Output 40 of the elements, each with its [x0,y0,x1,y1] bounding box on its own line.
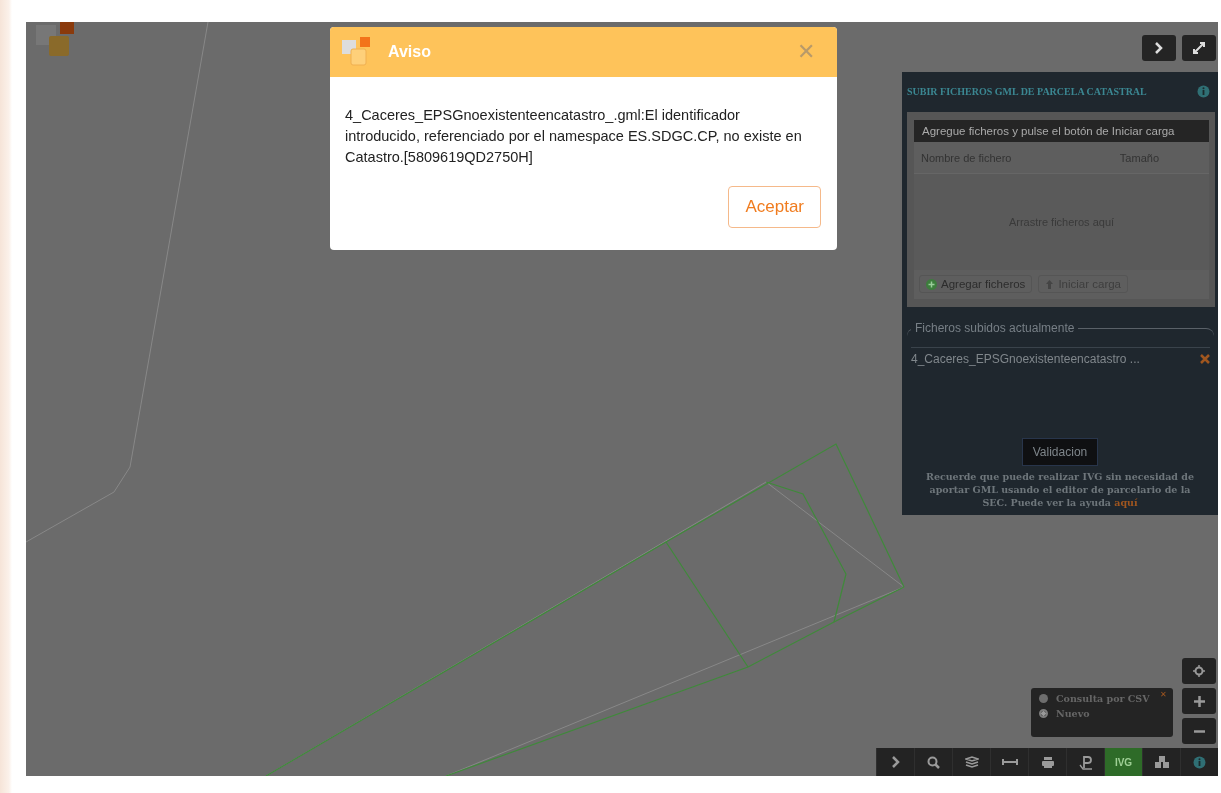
zoom-in-button[interactable] [1182,688,1216,714]
ruler-icon [1001,758,1018,766]
layers-icon [964,755,979,769]
parcel-marker-icon [1078,754,1093,770]
minus-icon [1193,729,1205,733]
zoom-out-button[interactable] [1182,718,1216,744]
help-link[interactable]: aquí [1114,497,1138,508]
file-name: 4_Caceres_EPSGnoexistenteencatastro ... [911,352,1140,366]
fullscreen-button[interactable] [1182,35,1216,61]
info-icon [1197,85,1210,98]
radio-option[interactable]: Nuevo [1039,708,1090,719]
locate-button[interactable] [1182,658,1216,684]
panel-title: SUBIR FICHEROS GML DE PARCELA CATASTRAL [907,86,1147,97]
plus-circle-icon [926,278,937,290]
chevron-right-icon [1155,42,1163,54]
help-note: Recuerde que puede realizar IVG sin necesidad de aportar GML usando el editor de parcelario de la SEC. Puede ver la ayuda aquí [925,470,1195,509]
close-button[interactable]: ✕ [789,39,823,65]
cubes-icon [1153,755,1170,769]
popup-close-button[interactable]: ✕ [1160,690,1167,699]
collapse-button[interactable] [1142,35,1176,61]
expand-icon [1192,41,1206,55]
upload-header: Agregue ficheros y pulse el botón de Iniciar carga [914,120,1209,142]
radio-icon[interactable] [1039,694,1048,703]
printer-icon [1040,755,1055,769]
arrow-up-icon [1045,278,1055,290]
validate-button[interactable]: Validacion [1021,438,1099,466]
search-icon [927,755,940,769]
dialog-title: Aviso [388,43,432,61]
toolbar-button[interactable]: IVG [1104,748,1142,776]
accept-button[interactable]: Aceptar [728,186,821,228]
radio-option[interactable]: Consulta por CSV [1039,693,1150,704]
logo-icon [342,37,372,67]
dialog-message: 4_Caceres_EPSGnoexistenteencatastro_.gml:El identificador introducido, referenciado por el namespace ES.SDGC.CP, no existe en Catastro.[5809619QD2750H] [345,106,803,167]
plus-icon [1193,695,1205,707]
info-icon [1193,755,1206,769]
chevron-right-icon [891,756,900,768]
radio-icon[interactable] [1039,709,1048,718]
uploaded-files-legend: Ficheros subidos actualmente [911,321,1079,335]
crosshair-icon [1193,665,1205,677]
remove-icon[interactable] [1200,354,1210,364]
